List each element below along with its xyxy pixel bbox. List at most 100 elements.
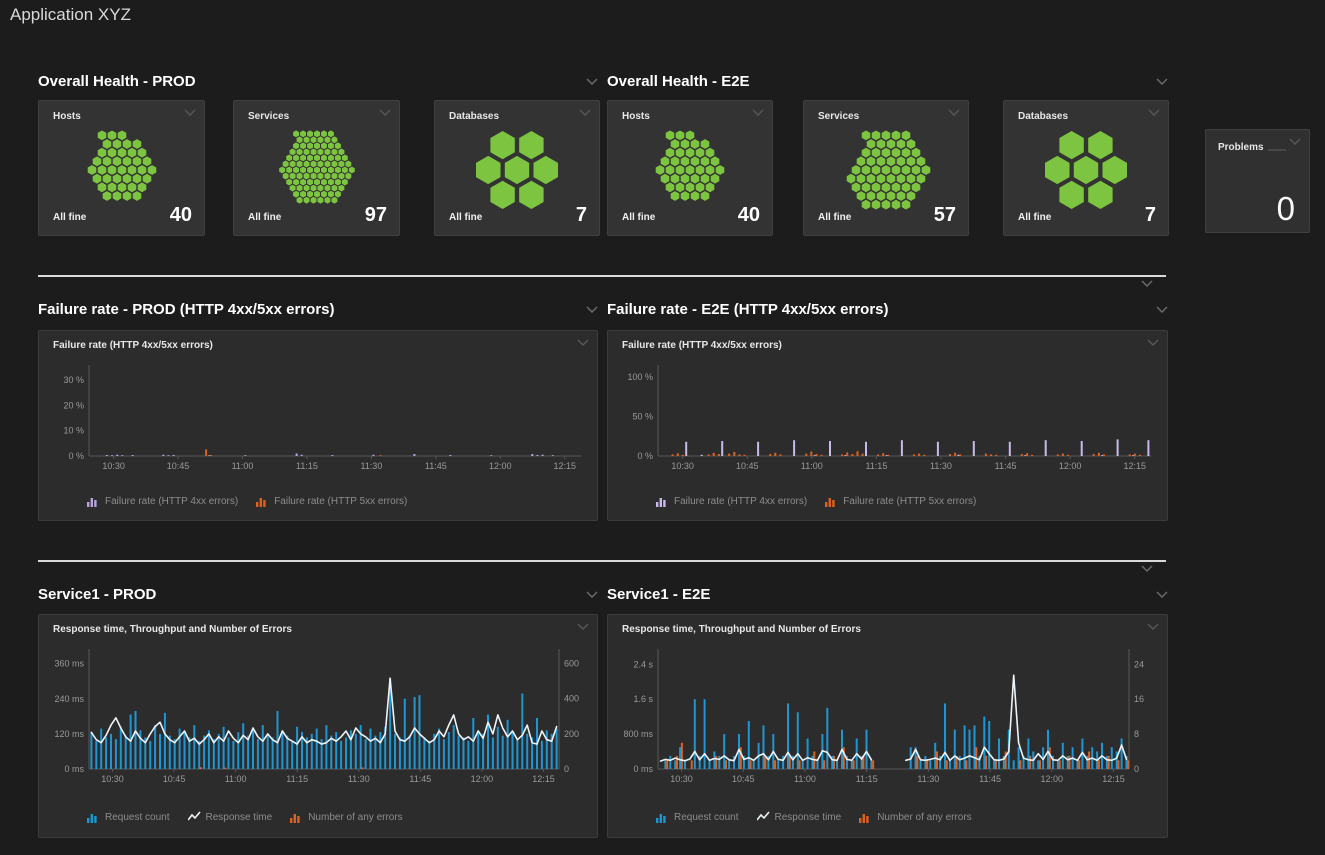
chevron-down-icon[interactable] — [1141, 565, 1153, 572]
chart-title: Failure rate (HTTP 4xx/5xx errors) — [53, 340, 213, 351]
health-tile-services-prod[interactable]: Services All fine 97 — [233, 100, 400, 236]
svg-text:11:45: 11:45 — [979, 774, 1001, 784]
section-title: Failure rate - PROD (HTTP 4xx/5xx errors… — [38, 301, 335, 318]
service1-prod-chart-tile: Response time, Throughput and Number of … — [38, 614, 598, 838]
svg-text:0 %: 0 % — [637, 451, 653, 461]
line-series-icon — [188, 811, 201, 823]
chevron-down-icon[interactable] — [1156, 78, 1168, 85]
chevron-down-icon[interactable] — [586, 591, 598, 598]
svg-text:11:15: 11:15 — [296, 461, 318, 471]
svg-text:10:30: 10:30 — [671, 461, 694, 471]
chart-title: Failure rate (HTTP 4xx/5xx errors) — [622, 340, 782, 351]
legend-item[interactable]: Request count — [87, 811, 170, 823]
svg-text:10:30: 10:30 — [101, 774, 124, 784]
svg-text:0 ms: 0 ms — [64, 764, 84, 774]
legend-label: Request count — [105, 812, 170, 823]
status-text: All fine — [53, 212, 86, 223]
svg-text:12:00: 12:00 — [471, 774, 494, 784]
service1-prod-plot[interactable]: 0 ms120 ms240 ms360 ms020040060010:3010:… — [41, 643, 595, 787]
honeycomb-chart — [462, 123, 572, 217]
svg-text:800 ms: 800 ms — [623, 729, 653, 739]
entity-count: 40 — [170, 204, 192, 227]
svg-text:400: 400 — [564, 694, 579, 704]
svg-text:0 ms: 0 ms — [633, 764, 653, 774]
bar-series-icon — [656, 495, 669, 507]
svg-text:12:15: 12:15 — [532, 774, 555, 784]
svg-text:360 ms: 360 ms — [54, 659, 84, 669]
chevron-down-icon[interactable] — [1147, 623, 1159, 630]
svg-text:12:00: 12:00 — [1059, 461, 1082, 471]
svg-text:30 %: 30 % — [63, 375, 84, 385]
chevron-down-icon[interactable] — [577, 623, 589, 630]
status-text: All fine — [248, 212, 281, 223]
svg-text:11:45: 11:45 — [409, 774, 431, 784]
health-tile-databases-e2e[interactable]: Databases All fine 7 — [1003, 100, 1169, 236]
section-divider — [38, 275, 1166, 277]
legend-item[interactable]: Number of any errors — [290, 811, 402, 823]
svg-text:12:15: 12:15 — [1102, 774, 1125, 784]
legend-item[interactable]: Failure rate (HTTP 4xx errors) — [87, 495, 238, 507]
section-title: Service1 - PROD — [38, 586, 156, 603]
bar-series-icon — [290, 811, 303, 823]
svg-text:0 %: 0 % — [68, 451, 84, 461]
section-title: Failure rate - E2E (HTTP 4xx/5xx errors) — [607, 301, 889, 318]
failure-rate-prod-chart-tile: Failure rate (HTTP 4xx/5xx errors) 0 % 10… — [38, 330, 598, 521]
svg-text:20 %: 20 % — [63, 400, 84, 410]
failure-rate-e2e-chart-tile: Failure rate (HTTP 4xx/5xx errors) 0 %50… — [607, 330, 1168, 521]
chevron-down-icon[interactable] — [1156, 591, 1168, 598]
chevron-down-icon[interactable] — [586, 306, 598, 313]
chart-legend: Failure rate (HTTP 4xx errors) Failure ra… — [656, 495, 976, 507]
section-header-health-prod: Overall Health - PROD — [38, 72, 598, 90]
section-header-failure-prod: Failure rate - PROD (HTTP 4xx/5xx errors… — [38, 300, 598, 318]
legend-item[interactable]: Failure rate (HTTP 4xx errors) — [656, 495, 807, 507]
chevron-down-icon[interactable] — [577, 339, 589, 346]
chevron-down-icon[interactable] — [1147, 339, 1159, 346]
svg-text:10 %: 10 % — [63, 426, 84, 436]
chevron-down-icon[interactable] — [1289, 138, 1301, 145]
legend-item[interactable]: Failure rate (HTTP 5xx errors) — [256, 495, 407, 507]
legend-item[interactable]: Request count — [656, 811, 739, 823]
chevron-down-icon[interactable] — [1148, 109, 1160, 116]
legend-label: Number of any errors — [308, 812, 402, 823]
failure-rate-prod-plot[interactable]: 0 %10 %20 %30 %10:3010:4511:0011:1511:30… — [41, 359, 595, 474]
chevron-down-icon[interactable] — [752, 109, 764, 116]
tile-title: Services — [818, 111, 859, 122]
legend-label: Response time — [775, 812, 842, 823]
problems-tile[interactable]: Problems 0 — [1205, 129, 1310, 233]
chevron-down-icon[interactable] — [1141, 280, 1153, 287]
chevron-down-icon[interactable] — [379, 109, 391, 116]
sparkline-placeholder — [1268, 149, 1286, 151]
chevron-down-icon[interactable] — [579, 109, 591, 116]
problems-count: 0 — [1277, 190, 1295, 228]
failure-rate-e2e-plot[interactable]: 0 %50 %100 %10:3010:4511:0011:1511:3011:… — [610, 359, 1165, 474]
bar-series-icon — [87, 495, 100, 507]
svg-text:11:45: 11:45 — [425, 461, 447, 471]
honeycomb-chart — [635, 123, 745, 217]
chevron-down-icon[interactable] — [184, 109, 196, 116]
health-tile-databases-prod[interactable]: Databases All fine 7 — [434, 100, 600, 236]
legend-item[interactable]: Response time — [757, 811, 842, 823]
chart-title: Response time, Throughput and Number of … — [53, 624, 292, 635]
service1-e2e-plot[interactable]: 0 ms800 ms1.6 s2.4 s08162410:3010:4511:0… — [610, 643, 1165, 787]
legend-item[interactable]: Failure rate (HTTP 5xx errors) — [825, 495, 976, 507]
legend-item[interactable]: Response time — [188, 811, 273, 823]
svg-text:10:45: 10:45 — [732, 774, 755, 784]
chevron-down-icon[interactable] — [1156, 306, 1168, 313]
health-tile-hosts-prod[interactable]: Hosts All fine 40 — [38, 100, 205, 236]
health-tile-services-e2e[interactable]: Services All fine 57 — [803, 100, 969, 236]
chevron-down-icon[interactable] — [948, 109, 960, 116]
svg-text:11:00: 11:00 — [801, 461, 823, 471]
legend-item[interactable]: Number of any errors — [859, 811, 971, 823]
svg-text:12:00: 12:00 — [1040, 774, 1063, 784]
svg-text:120 ms: 120 ms — [54, 729, 84, 739]
health-tile-hosts-e2e[interactable]: Hosts All fine 40 — [607, 100, 773, 236]
section-header-failure-e2e: Failure rate - E2E (HTTP 4xx/5xx errors) — [607, 300, 1168, 318]
section-header-service1-e2e: Service1 - E2E — [607, 585, 1168, 603]
section-divider — [38, 560, 1166, 562]
chevron-down-icon[interactable] — [586, 78, 598, 85]
legend-label: Request count — [674, 812, 739, 823]
svg-text:100 %: 100 % — [627, 372, 653, 382]
status-text: All fine — [818, 212, 851, 223]
section-header-health-e2e: Overall Health - E2E — [607, 72, 1168, 90]
chart-title: Response time, Throughput and Number of … — [622, 624, 861, 635]
